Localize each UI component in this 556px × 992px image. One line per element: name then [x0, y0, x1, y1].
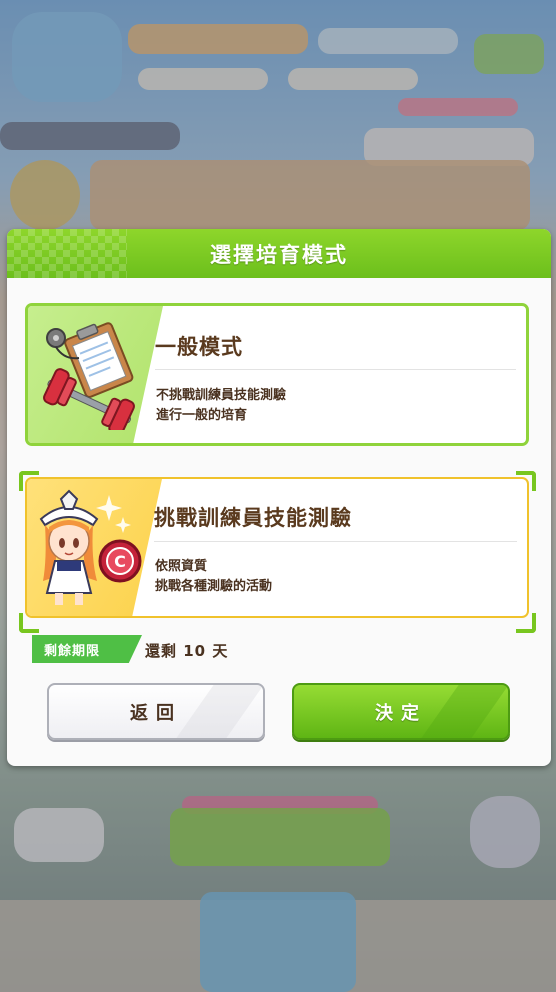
- deadline-remaining-text: 還剩 10 天: [145, 642, 229, 660]
- selection-bracket-bottom-right: [516, 613, 536, 633]
- character-with-medal-icon: C: [39, 489, 142, 605]
- selection-bracket-top-right: [516, 471, 536, 491]
- deadline-badge: 剩餘期限: [32, 635, 142, 663]
- skill-test-mode-art: C: [27, 479, 162, 616]
- svg-text:C: C: [114, 552, 126, 571]
- skill-test-mode-desc-line2: 挑戰各種測驗的活動: [155, 579, 273, 594]
- dialog-header: 選擇培育模式: [7, 229, 551, 278]
- confirm-button-label: 決定: [375, 702, 427, 724]
- back-button[interactable]: 返回: [47, 683, 265, 740]
- confirm-button[interactable]: 決定: [292, 683, 510, 740]
- skill-test-mode-title: 挑戰訓練員技能測驗: [154, 506, 352, 530]
- normal-mode-title: 一般模式: [155, 335, 243, 359]
- dumbbell-clipboard-icon: [43, 322, 135, 430]
- normal-mode-divider: [155, 369, 516, 370]
- normal-mode-desc-line2: 進行一般的培育: [156, 408, 248, 423]
- normal-mode-art: [28, 306, 163, 443]
- normal-mode-description: 不挑戰訓練員技能測驗 進行一般的培育: [156, 386, 286, 426]
- skill-test-mode-desc-line1: 依照資質: [155, 559, 208, 574]
- dialog-title: 選擇培育模式: [210, 242, 348, 267]
- normal-mode-desc-line1: 不挑戰訓練員技能測驗: [156, 388, 287, 403]
- training-mode-dialog: 選擇培育模式 一般模式 不挑戰訓練員技能測驗 進行一般的培育 C 挑戰訓練員技能…: [7, 229, 551, 766]
- skill-test-mode-description: 依照資質 挑戰各種測驗的活動: [155, 557, 272, 597]
- selection-bracket-top-left: [19, 471, 39, 491]
- back-button-shine: [176, 685, 263, 738]
- skill-test-mode-option[interactable]: C 挑戰訓練員技能測驗 依照資質 挑戰各種測驗的活動: [25, 477, 529, 618]
- header-pattern: [7, 229, 127, 278]
- normal-mode-option[interactable]: 一般模式 不挑戰訓練員技能測驗 進行一般的培育: [25, 303, 529, 446]
- back-button-label: 返回: [130, 702, 182, 724]
- confirm-button-shine: [421, 685, 508, 738]
- selection-bracket-bottom-left: [19, 613, 39, 633]
- skill-test-mode-divider: [154, 541, 517, 542]
